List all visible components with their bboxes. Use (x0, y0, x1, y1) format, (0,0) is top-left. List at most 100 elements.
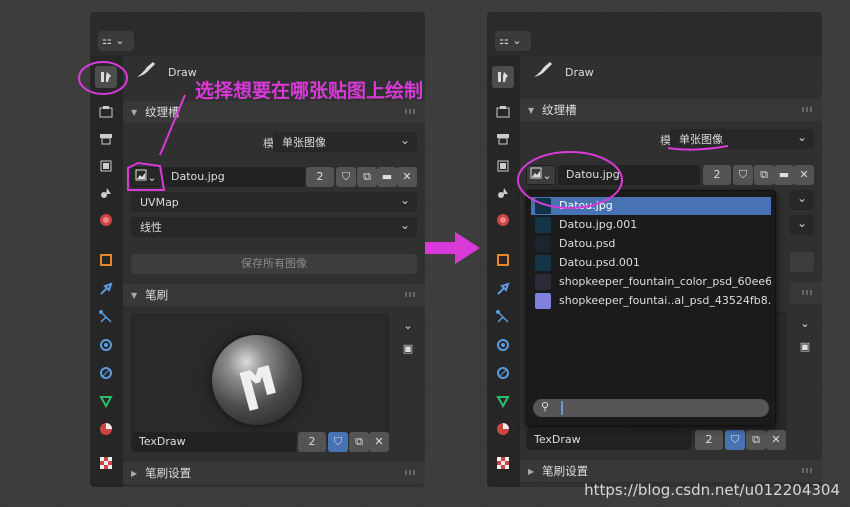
physics-tab-icon[interactable] (492, 334, 514, 356)
image-thumbnail (535, 274, 551, 290)
image-name-field[interactable]: Datou.jpg (558, 165, 700, 185)
texture-tab-icon[interactable] (95, 452, 117, 474)
world-tab-icon[interactable] (95, 209, 117, 231)
view-layer-tab-icon[interactable] (95, 155, 117, 177)
image-search-input[interactable]: ⚲ (533, 399, 769, 417)
brush-settings-header[interactable]: ▶ 笔刷设置 (520, 460, 822, 482)
object-tab-icon[interactable] (492, 249, 514, 271)
brush-name-field[interactable]: TexDraw (526, 430, 691, 450)
brush-preview[interactable]: ϻ (131, 314, 389, 444)
brush-users-count: 2 (695, 430, 723, 450)
properties-tab-bar (487, 56, 520, 487)
brush-section-header[interactable]: ▼ 笔刷 (123, 284, 425, 306)
tool-name: Draw (565, 66, 594, 79)
texture-tab-icon[interactable] (492, 452, 514, 474)
brush-settings-header[interactable]: ▶ 笔刷设置 (123, 462, 425, 484)
editor-type-button[interactable]: ⚏ ⌄ (495, 31, 531, 51)
duplicate-icon[interactable]: ⧉ (357, 167, 377, 187)
texture-slot-header[interactable]: ▼ 纹理槽 (520, 99, 822, 121)
image-users-count: 2 (703, 165, 731, 185)
brush-fake-user-icon[interactable]: ⛉ (328, 432, 348, 452)
object-tab-icon[interactable] (95, 249, 117, 271)
brush-section-header-partial[interactable] (790, 282, 822, 304)
properties-content: Draw ▼纹理槽 模式 单张图像 ⌄ Datou.jpg 2 ⛉ ⧉ ▬ ✕ … (123, 56, 425, 487)
image-list-item[interactable]: Datou.jpg.001 (531, 216, 771, 234)
output-tab-icon[interactable] (492, 128, 514, 150)
texture-slot-title: 纹理槽 (542, 103, 577, 117)
tool-tab-icon[interactable] (95, 66, 117, 88)
modifier-tab-icon[interactable] (95, 278, 117, 300)
open-folder-icon[interactable]: ▬ (377, 167, 397, 187)
brush-fake-user-icon[interactable]: ⛉ (725, 430, 745, 450)
brush-settings-title: 笔刷设置 (145, 466, 192, 480)
image-users-count: 2 (306, 167, 334, 187)
annotation-text: 选择想要在哪张贴图上绘制 (195, 80, 424, 102)
mode-dropdown[interactable]: 单张图像 (273, 130, 417, 152)
brush-menu-chevron-icon[interactable]: ⌄ (795, 314, 815, 334)
view-layer-tab-icon[interactable] (492, 155, 514, 177)
particles-tab-icon[interactable] (95, 306, 117, 328)
constraints-tab-icon[interactable] (492, 362, 514, 384)
world-tab-icon[interactable] (492, 209, 514, 231)
image-name-field[interactable]: Datou.jpg (163, 167, 305, 187)
constraints-tab-icon[interactable] (95, 362, 117, 384)
brush-unlink-icon[interactable]: ✕ (766, 430, 786, 450)
data-tab-icon[interactable] (492, 390, 514, 412)
data-tab-icon[interactable] (95, 390, 117, 412)
duplicate-icon[interactable]: ⧉ (754, 165, 774, 185)
brush-settings-title: 笔刷设置 (542, 464, 589, 478)
panel-header: ⚏ ⌄ (487, 12, 822, 52)
material-tab-icon[interactable] (492, 418, 514, 440)
texture-slot-title: 纹理槽 (145, 105, 180, 119)
modifier-tab-icon[interactable] (492, 278, 514, 300)
image-thumbnail (535, 236, 551, 252)
image-list-item[interactable]: Datou.psd (531, 235, 771, 253)
scene-tab-icon[interactable] (95, 182, 117, 204)
material-tab-icon[interactable] (95, 418, 117, 440)
open-folder-icon[interactable]: ▬ (774, 165, 794, 185)
image-list-item[interactable]: shopkeeper_fountain_color_psd_60ee630.. (531, 273, 771, 291)
image-list-item[interactable]: Datou.jpg (531, 197, 771, 215)
editor-type-button[interactable]: ⚏ ⌄ (98, 31, 134, 51)
brush-menu-chevron-icon[interactable]: ⌄ (398, 316, 418, 336)
mode-dropdown[interactable]: 单张图像 (670, 127, 814, 149)
brush-icon (135, 61, 157, 82)
fake-user-shield-icon[interactable]: ⛉ (336, 167, 356, 187)
save-all-images-button-partial[interactable] (790, 252, 814, 272)
unlink-close-icon[interactable]: ✕ (794, 165, 814, 185)
tool-name: Draw (168, 66, 197, 79)
properties-tab-bar (90, 56, 123, 487)
tool-tab-icon[interactable] (492, 66, 514, 88)
image-thumbnail (535, 198, 551, 214)
brush-duplicate-icon[interactable]: ⧉ (746, 430, 766, 450)
image-thumbnail (535, 293, 551, 309)
brush-name-field[interactable]: TexDraw (131, 432, 296, 452)
save-all-images-button[interactable]: 保存所有图像 (131, 254, 417, 274)
physics-tab-icon[interactable] (95, 334, 117, 356)
brush-sphere-icon: ϻ (212, 335, 302, 425)
texture-slot-header[interactable]: ▼ 纹理槽 (123, 101, 425, 123)
render-tab-icon[interactable] (95, 101, 117, 123)
fake-user-shield-icon[interactable]: ⛉ (733, 165, 753, 185)
image-browse-button[interactable]: ⌄ (526, 165, 556, 185)
particles-tab-icon[interactable] (492, 306, 514, 328)
brush-duplicate-icon[interactable]: ⧉ (349, 432, 369, 452)
uv-map-dropdown-partial[interactable] (790, 188, 814, 210)
uv-map-dropdown[interactable]: UVMap (131, 190, 417, 212)
search-icon: ⚲ (541, 400, 550, 413)
interpolation-dropdown-partial[interactable] (790, 213, 814, 235)
scene-tab-icon[interactable] (492, 182, 514, 204)
watermark: https://blog.csdn.net/u012204304 (584, 481, 840, 499)
brush-unlink-icon[interactable]: ✕ (369, 432, 389, 452)
image-list-item[interactable]: Datou.psd.001 (531, 254, 771, 272)
image-list-item[interactable]: shopkeeper_fountai..al_psd_43524fb8.png (531, 292, 771, 310)
brush-image-icon[interactable]: ▣ (398, 339, 418, 359)
unlink-close-icon[interactable]: ✕ (397, 167, 417, 187)
image-browse-button[interactable]: ⌄ (131, 167, 161, 187)
output-tab-icon[interactable] (95, 128, 117, 150)
interpolation-dropdown[interactable]: 线性 (131, 215, 417, 237)
image-thumbnail (535, 217, 551, 233)
image-browser-popup: Datou.jpg Datou.jpg.001 Datou.psd Datou.… (526, 190, 776, 426)
render-tab-icon[interactable] (492, 101, 514, 123)
brush-image-icon[interactable]: ▣ (795, 337, 815, 357)
